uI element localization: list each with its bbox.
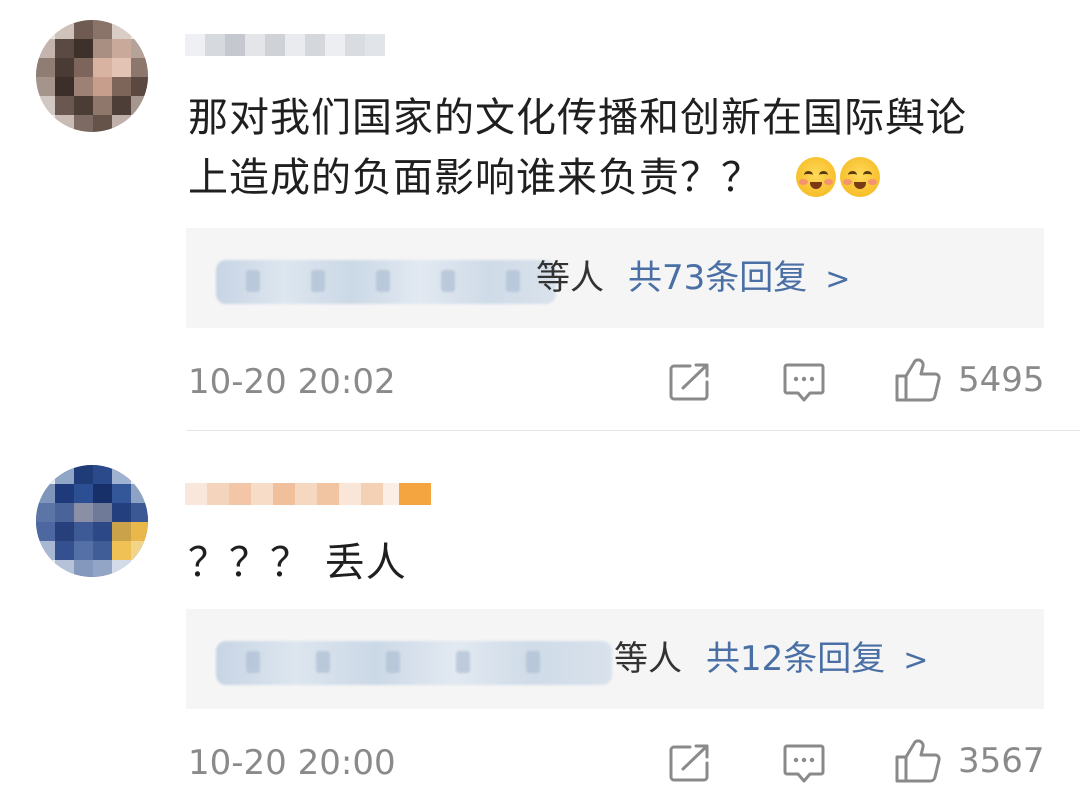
comment-text: 那对我们国家的文化传播和创新在国际舆论 上造成的负面影响谁来负责？？ xyxy=(188,88,1048,208)
thumbs-up-icon xyxy=(895,358,941,402)
like-count: 3567 xyxy=(958,741,1045,781)
comment-text: ？？？ 丢人 xyxy=(188,533,1048,593)
reply-authors-redacted xyxy=(216,641,612,685)
reply-count-label: 共12条回复 xyxy=(706,639,886,679)
like-count: 5495 xyxy=(958,360,1045,400)
comment-text-line-2-text: 上造成的负面影响谁来负责？？ xyxy=(188,155,762,201)
share-button[interactable] xyxy=(668,741,712,785)
share-button[interactable] xyxy=(668,360,712,404)
comment-item-1: 那对我们国家的文化传播和创新在国际舆论 上造成的负面影响谁来负责？？ 等人 共7… xyxy=(0,0,1080,430)
comment-timestamp: 10-20 20:02 xyxy=(188,362,396,402)
view-replies-link[interactable]: 共12条回复 > xyxy=(706,631,928,689)
replies-preview[interactable]: 等人 共73条回复 > xyxy=(186,228,1044,328)
like-button[interactable]: 3567 xyxy=(894,739,1045,783)
avatar[interactable] xyxy=(36,465,148,577)
share-icon xyxy=(669,363,709,401)
comment-icon xyxy=(783,744,825,783)
like-button[interactable]: 5495 xyxy=(894,358,1045,402)
reply-count-label: 共73条回复 xyxy=(628,258,808,298)
replies-preview[interactable]: 等人 共12条回复 > xyxy=(186,609,1044,709)
username-redacted[interactable] xyxy=(185,34,435,56)
share-icon xyxy=(669,744,709,782)
reply-button[interactable] xyxy=(782,360,826,404)
thumbs-up-icon xyxy=(895,739,941,783)
comment-timestamp: 10-20 20:00 xyxy=(188,743,396,783)
comment-text-line-2: 上造成的负面影响谁来负责？？ xyxy=(188,148,1048,208)
reply-authors-redacted xyxy=(216,260,556,304)
username-redacted[interactable] xyxy=(185,483,435,505)
avatar[interactable] xyxy=(36,20,148,132)
reply-authors-suffix: 等人 xyxy=(614,639,682,679)
comment-icon xyxy=(783,363,825,402)
chevron-right-icon: > xyxy=(825,262,851,297)
chevron-right-icon: > xyxy=(903,643,929,678)
comment-item-2: ？？？ 丢人 等人 共12条回复 > 10-20 20:00 3567 xyxy=(0,431,1080,803)
blushing-smile-emoji-icon xyxy=(840,157,880,197)
reply-authors-suffix: 等人 xyxy=(536,258,604,298)
comment-text-line-1: ？？？ 丢人 xyxy=(188,540,407,586)
view-replies-link[interactable]: 共73条回复 > xyxy=(628,250,850,308)
reply-button[interactable] xyxy=(782,741,826,785)
blushing-smile-emoji-icon xyxy=(796,157,836,197)
comment-text-line-1: 那对我们国家的文化传播和创新在国际舆论 xyxy=(188,95,967,141)
